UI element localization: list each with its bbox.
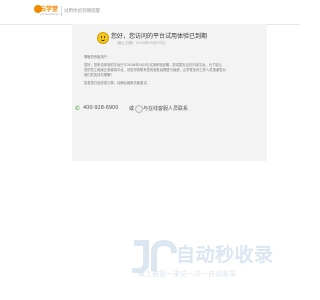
contact-row: ✆ 400-928-6900 或 与在线客服人员联系 — [75, 104, 245, 113]
separator-text: 或 — [129, 106, 135, 112]
notice-date: (截止日期：2016年05月03日) — [117, 41, 166, 45]
watermark-logo-icon — [132, 239, 177, 273]
watermark-title: 自动秒收录 — [176, 244, 274, 266]
header-divider — [61, 6, 62, 16]
phone-icon: ✆ — [75, 104, 81, 112]
top-header: 云学堂 yunxuetang.cn 试用体验到期提醒 — [0, 0, 300, 25]
header-title: 试用体验到期提醒 — [64, 9, 100, 14]
phone-number[interactable]: 400-928-6900 — [83, 105, 118, 111]
notice-title: 您好，您访问的平台试用体验已到期 — [111, 33, 208, 40]
watermark: 自动秒收录 做上链接一来访一次一自动收录 — [128, 232, 288, 288]
chat-icon[interactable] — [135, 104, 143, 113]
notice-card — [72, 24, 267, 161]
paragraph-line: 尊敬的贵客用户： — [84, 55, 111, 59]
logo[interactable]: 云学堂 yunxuetang.cn — [34, 5, 62, 17]
watermark-slogan: 做上链接一来访一次一自动收录 — [138, 270, 236, 278]
paragraph-line: 如若您已经完成订单，请稍后刷新页面重试。 — [84, 81, 150, 85]
logo-subtext: yunxuetang.cn — [40, 12, 63, 16]
smile-icon — [97, 32, 109, 44]
paragraph-line: 我们的支持与理解！ — [84, 73, 114, 77]
online-support-link[interactable]: 与在线客服人员联系 — [143, 105, 188, 112]
